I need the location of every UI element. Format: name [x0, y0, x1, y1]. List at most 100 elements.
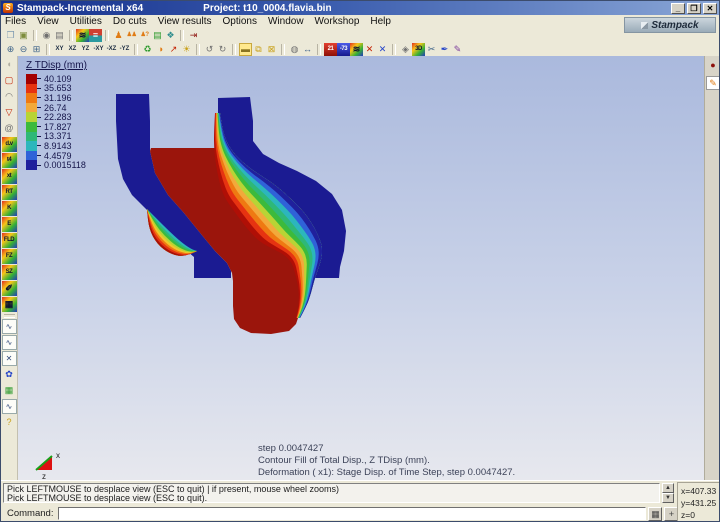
menu-workshop[interactable]: Workshop: [315, 16, 367, 27]
separator: [33, 30, 37, 41]
render-sphere-icon[interactable]: ◑: [154, 43, 167, 56]
frame-tool-icon[interactable]: ▢: [2, 73, 17, 88]
measure-icon[interactable]: ↔: [301, 43, 314, 56]
graph-small-icon[interactable]: ∿: [2, 399, 17, 414]
delete-scale-blue-icon[interactable]: ✕: [376, 43, 389, 56]
edit-note-icon[interactable]: ✎: [706, 76, 720, 90]
image-3d-icon[interactable]: 3D: [412, 43, 425, 56]
camera-icon[interactable]: ◉: [40, 29, 53, 42]
view-minus-yz-icon[interactable]: -YZ: [118, 43, 131, 56]
menu-window[interactable]: Window: [268, 16, 311, 27]
spiral-tool-icon[interactable]: @: [2, 121, 17, 136]
zoom-out-icon[interactable]: ⊖: [17, 43, 30, 56]
scroll-down-button[interactable]: ▼: [662, 493, 674, 503]
menu-view-results[interactable]: View results: [158, 16, 219, 27]
view-xy-icon[interactable]: XY: [53, 43, 66, 56]
sticky-note-icon[interactable]: ▬: [239, 43, 252, 56]
result-e-icon[interactable]: E: [2, 217, 17, 232]
separator: [46, 44, 50, 55]
legend-swatch: [26, 103, 37, 113]
scale-red-icon[interactable]: 21: [324, 43, 337, 56]
legend-entry: 8.9143: [26, 141, 87, 151]
contour-colors-icon[interactable]: ≋: [76, 29, 89, 42]
scroll-up-button[interactable]: ▲: [662, 483, 674, 493]
main-area: ◖▢◠▽@d.vt4xtRTKEFLDFZSZ✐▦∿∿✕✿▦∿? Z TDisp…: [1, 56, 720, 480]
whale-tool-icon[interactable]: ◠: [2, 89, 17, 104]
light-icon[interactable]: ☀: [180, 43, 193, 56]
funnel-tool-icon[interactable]: ▽: [2, 105, 17, 120]
separator: [317, 44, 321, 55]
view-minus-xz-icon[interactable]: -XZ: [105, 43, 118, 56]
flower-icon[interactable]: ✿: [2, 367, 17, 382]
result-grid-icon[interactable]: ▦: [2, 297, 17, 312]
zoom-window-icon[interactable]: ⊞: [30, 43, 43, 56]
legend-tick: [37, 126, 41, 127]
annotation-step: step 0.0047427: [258, 443, 515, 455]
select-tool-icon[interactable]: ◖: [2, 57, 17, 72]
graph-delete-icon[interactable]: ✕: [2, 351, 17, 366]
result-brush-icon[interactable]: ✐: [2, 281, 17, 296]
result-xt-icon[interactable]: xt: [2, 169, 17, 184]
mesh-icon[interactable]: ▦: [2, 383, 17, 398]
print-icon[interactable]: ▤: [53, 29, 66, 42]
delete-page-icon[interactable]: ⊠: [265, 43, 278, 56]
legend-title: Z TDisp (mm): [26, 60, 87, 71]
viewport[interactable]: Z TDisp (mm) 40.10935.65331.19626.7422.2…: [18, 56, 704, 480]
restore-button[interactable]: ❐: [687, 3, 701, 14]
result-rt-icon[interactable]: RT: [2, 185, 17, 200]
view-xz-icon[interactable]: XZ: [66, 43, 79, 56]
open-file-icon[interactable]: ❒: [4, 29, 17, 42]
label-icon[interactable]: ◍: [288, 43, 301, 56]
gem-icon[interactable]: ◈: [399, 43, 412, 56]
minimize-button[interactable]: _: [671, 3, 685, 14]
result-fz-icon[interactable]: FZ: [2, 249, 17, 264]
view-yz-icon[interactable]: YZ: [79, 43, 92, 56]
result-t4-icon[interactable]: t4: [2, 153, 17, 168]
scale-blue-icon[interactable]: -73: [337, 43, 350, 56]
layers-icon[interactable]: ≡: [89, 29, 102, 42]
menu-view[interactable]: View: [37, 16, 66, 27]
copy-page-icon[interactable]: ⧉: [252, 43, 265, 56]
menu-do-cuts[interactable]: Do cuts: [113, 16, 154, 27]
result-dv-icon[interactable]: d.v: [2, 137, 17, 152]
grid-toggle-button[interactable]: ▦: [648, 507, 662, 521]
user-help-icon[interactable]: ♟?: [138, 29, 151, 42]
pen-icon[interactable]: ✒: [438, 43, 451, 56]
user-icon[interactable]: ♟: [112, 29, 125, 42]
users-icon[interactable]: ♟♟: [125, 29, 138, 42]
zoom-in-icon[interactable]: ⊕: [4, 43, 17, 56]
menu-help[interactable]: Help: [370, 16, 398, 27]
result-fld-icon[interactable]: FLD: [2, 233, 17, 248]
render-page-icon[interactable]: ❖: [164, 29, 177, 42]
green-page-icon[interactable]: ▤: [151, 29, 164, 42]
scissors-icon[interactable]: ✂: [425, 43, 438, 56]
rotate-right-icon[interactable]: ↻: [216, 43, 229, 56]
delete-scale-icon[interactable]: ✕: [363, 43, 376, 56]
redraw-icon[interactable]: ♻: [141, 43, 154, 56]
view-minus-xy-icon[interactable]: -XY: [92, 43, 105, 56]
brand-mark-icon: [641, 22, 648, 29]
legend-swatch: [26, 122, 37, 132]
toolbar-row-2: ⊕⊖⊞XYXZYZ-XY-XZ-YZ♻◑↗☀↺↻▬⧉⊠◍↔21-73≋✕✕◈3D…: [1, 42, 719, 56]
title-bar: S Stampack-Incremental x64 Project: t10_…: [1, 1, 719, 15]
legend-swatch: [26, 141, 37, 151]
record-icon[interactable]: ●: [706, 59, 720, 73]
image-preview-icon[interactable]: ▣: [17, 29, 30, 42]
result-sz-icon[interactable]: SZ: [2, 265, 17, 280]
rotate-left-icon[interactable]: ↺: [203, 43, 216, 56]
menu-files[interactable]: Files: [5, 16, 33, 27]
command-input[interactable]: [58, 507, 646, 520]
scale-multi-icon[interactable]: ≋: [350, 43, 363, 56]
legend-tick: [37, 78, 41, 79]
help-page-icon[interactable]: ?: [2, 415, 17, 430]
graph-line-icon[interactable]: ∿: [2, 319, 17, 334]
exit-icon[interactable]: ⇥: [187, 29, 200, 42]
sketch-icon[interactable]: ✎: [451, 43, 464, 56]
legend-tick: [37, 88, 41, 89]
graph-line2-icon[interactable]: ∿: [2, 335, 17, 350]
close-button[interactable]: ✕: [703, 3, 717, 14]
menu-options[interactable]: Options: [223, 16, 264, 27]
menu-utilities[interactable]: Utilities: [70, 16, 109, 27]
vector-icon[interactable]: ↗: [167, 43, 180, 56]
result-k-icon[interactable]: K: [2, 201, 17, 216]
